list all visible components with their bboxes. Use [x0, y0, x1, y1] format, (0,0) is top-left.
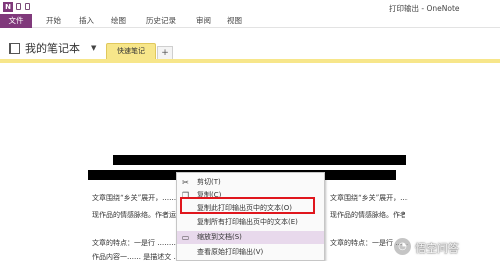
menu-item-view-original[interactable]: 查看原始打印输出(V): [177, 246, 324, 259]
onenote-logo-icon[interactable]: N: [3, 2, 13, 12]
title-bar: N 打印输出 - OneNote: [0, 0, 500, 14]
watermark-logo-icon: ◔: [394, 238, 411, 255]
document-text-line: 文章围绕“乡关”展开，……… 作者以二八个多个口了来先: [92, 194, 182, 202]
view-original-icon: [181, 248, 190, 257]
menu-item-label: 剪切(T): [197, 178, 221, 186]
document-text-line: 作品内容一…… 是描述文 ……… 从时间维度……… 家庭 ……… 等与 ……… …: [92, 253, 176, 261]
tab-file[interactable]: 文件: [0, 14, 32, 28]
chevron-down-icon[interactable]: ▼: [91, 44, 96, 52]
quick-access-toolbar: [16, 3, 38, 11]
watermark: ◔ 悟空问答: [394, 237, 494, 257]
undo-icon[interactable]: [25, 3, 30, 10]
fit-page-icon: ▭: [181, 233, 190, 242]
document-text-line: 文章围绕“乡关”展开，……… 作者以二八个多个口了来先: [330, 194, 408, 202]
tab-view[interactable]: 视图: [227, 16, 242, 26]
notebook-icon: [9, 43, 20, 54]
tab-insert[interactable]: 插入: [79, 16, 94, 26]
menu-item-label: 缩放到文档(S): [197, 233, 242, 241]
menu-item-fit-to-document[interactable]: ▭ 缩放到文档(S): [177, 231, 324, 244]
tab-history[interactable]: 历史记录: [146, 16, 176, 26]
document-text-line: 现作品的情感脉络。作者运用 ……… 处处有趣……… 享受发出内心的感动。: [92, 211, 176, 219]
notebook-name[interactable]: 我的笔记本: [25, 40, 80, 56]
tab-home[interactable]: 开始: [46, 16, 61, 26]
highlight-box: [180, 197, 315, 214]
context-menu: ✂ 剪切(T) ❐ 复制(C) 复制此打印输出页中的文本(O) 复制所有打印输出…: [176, 172, 325, 261]
redacted-text-bar: [113, 155, 406, 165]
ribbon-tabs: 文件 开始 插入 绘图 历史记录 审阅 视图: [0, 14, 500, 28]
document-text-line: 文章的特点：一是行 ……… 运用方面：二是文字清秀隽永: [92, 239, 176, 247]
tab-review[interactable]: 审阅: [196, 16, 211, 26]
cut-icon: ✂: [182, 178, 189, 187]
copy-all-text-icon: [181, 218, 190, 227]
menu-item-cut[interactable]: ✂ 剪切(T): [177, 176, 324, 189]
tab-draw[interactable]: 绘图: [111, 16, 126, 26]
menu-item-copy-all-text[interactable]: 复制所有打印输出页中的文本(E): [177, 216, 324, 229]
back-icon[interactable]: [16, 3, 21, 10]
menu-item-label: 复制所有打印输出页中的文本(E): [197, 218, 298, 226]
watermark-text: 悟空问答: [415, 242, 459, 255]
document-text-line: 现作品的情感脉络。作者运用 ……… 处处有趣……… 享受发出内心的感动。: [330, 211, 405, 219]
section-tab-quick-notes[interactable]: 快速笔记: [106, 43, 156, 60]
menu-item-label: 查看原始打印输出(V): [197, 248, 264, 256]
add-section-button[interactable]: +: [157, 46, 173, 60]
window-title: 打印输出 - OneNote: [389, 4, 460, 13]
